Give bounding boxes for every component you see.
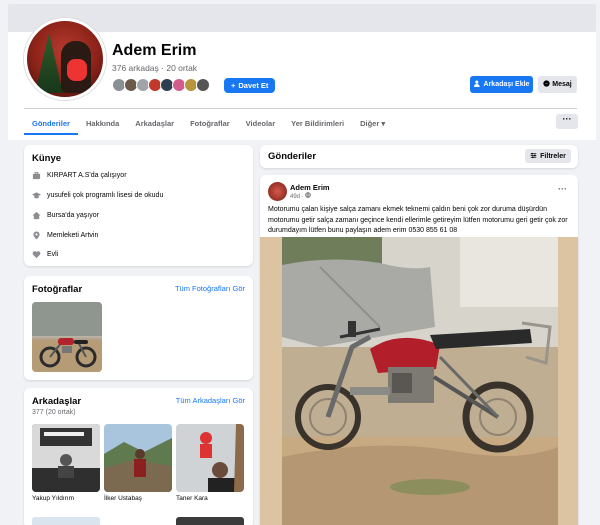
friend-counts[interactable]: 376 arkadaş · 20 ortak: [112, 63, 197, 73]
intro-hometown-text: Memleketi Artvin: [47, 232, 99, 239]
friend-photo[interactable]: [32, 517, 100, 525]
more-options-button[interactable]: ···: [556, 114, 578, 129]
intro-education-text: yusufeli çok programlı lisesi de okudu: [47, 192, 164, 199]
friend-name[interactable]: İlker Ustabaş: [104, 495, 172, 502]
add-friend-label: Arkadaşı Ekle: [483, 81, 530, 88]
friend-tile[interactable]: Yakup Yıldırım: [32, 424, 100, 502]
messenger-icon: [543, 80, 550, 89]
intro-hometown: Memleketi Artvin: [32, 231, 98, 240]
post-card: Adem Erim 49d · ··· Motorumu çalan kişiy…: [260, 175, 578, 525]
mutual-friend-avatars[interactable]: [112, 78, 210, 92]
plus-icon: +: [231, 81, 236, 90]
add-friend-button[interactable]: Arkadaşı Ekle: [470, 76, 533, 93]
post-time-text: 49d ·: [290, 194, 306, 200]
top-bar: [8, 4, 596, 32]
friend-name[interactable]: Taner Kara: [176, 495, 244, 502]
post-author-name[interactable]: Adem Erim: [290, 183, 330, 192]
globe-icon: [305, 192, 312, 200]
location-pin-icon: [32, 231, 41, 240]
tab-photos[interactable]: Fotoğraflar: [182, 116, 238, 135]
post-options-button[interactable]: ···: [558, 184, 567, 194]
photos-card: Fotoğraflar Tüm Fotoğrafları Gör: [24, 276, 253, 380]
friends-title: Arkadaşlar: [32, 396, 82, 407]
photo-thumbnail[interactable]: [32, 302, 102, 372]
friend-name[interactable]: Yakup Yıldırım: [32, 495, 100, 502]
post-photo[interactable]: [260, 237, 578, 525]
invite-button-label: Davet Et: [238, 81, 269, 90]
caret-down-icon: ▾: [381, 119, 386, 128]
friend-photo[interactable]: [176, 517, 244, 525]
friends-count: 377 (20 ortak): [32, 409, 76, 416]
invite-button[interactable]: + Davet Et: [224, 78, 276, 93]
intro-work: KIRPART A.S'da çalışıyor: [32, 171, 127, 180]
tab-videos[interactable]: Videolar: [238, 116, 283, 135]
post-timestamp[interactable]: 49d ·: [290, 192, 312, 200]
heart-icon: [32, 250, 41, 259]
friend-photo[interactable]: [32, 424, 100, 492]
see-all-friends-link[interactable]: Tüm Arkadaşları Gör: [176, 396, 245, 405]
profile-avatar[interactable]: [24, 18, 106, 100]
tab-friends[interactable]: Arkadaşlar: [127, 116, 182, 135]
profile-tabs: Gönderiler Hakkında Arkadaşlar Fotoğrafl…: [24, 116, 393, 135]
post-text: Motorumu çalan kişiye salça zamanı ekmek…: [268, 206, 568, 235]
filters-button[interactable]: Filtreler: [525, 149, 571, 163]
photos-title: Fotoğraflar: [32, 284, 83, 295]
friend-photo[interactable]: [176, 424, 244, 492]
see-all-photos-link[interactable]: Tüm Fotoğrafları Gör: [175, 284, 245, 293]
tab-about[interactable]: Hakkında: [78, 116, 127, 135]
profile-name: Adem Erim: [112, 42, 197, 59]
intro-work-text: KIRPART A.S'da çalışıyor: [47, 172, 127, 179]
tab-checkins[interactable]: Yer Bildirimleri: [283, 116, 352, 135]
tab-more-label: Diğer: [360, 119, 380, 128]
intro-education: yusufeli çok programlı lisesi de okudu: [32, 191, 163, 200]
intro-lives-text: Bursa'da yaşıyor: [47, 212, 99, 219]
home-icon: [32, 211, 41, 220]
friends-card: Arkadaşlar Tüm Arkadaşları Gör 377 (20 o…: [24, 388, 253, 525]
intro-relationship-text: Evli: [47, 251, 59, 258]
tab-posts[interactable]: Gönderiler: [24, 116, 78, 135]
friend-tile[interactable]: İlker Ustabaş: [104, 424, 172, 502]
message-label: Mesaj: [552, 81, 572, 88]
friend-tile[interactable]: Taner Kara: [176, 424, 244, 502]
header-divider: [24, 108, 577, 109]
briefcase-icon: [32, 171, 41, 180]
graduation-cap-icon: [32, 191, 41, 200]
posts-header-card: Gönderiler Filtreler: [260, 145, 578, 168]
intro-relationship: Evli: [32, 250, 58, 259]
tab-more[interactable]: Diğer ▾: [352, 116, 393, 135]
post-author-avatar[interactable]: [268, 182, 287, 201]
intro-card: Künye KIRPART A.S'da çalışıyor yusufeli …: [24, 145, 253, 266]
intro-title: Künye: [32, 153, 62, 164]
filters-label: Filtreler: [540, 152, 566, 160]
intro-lives: Bursa'da yaşıyor: [32, 211, 99, 220]
sliders-icon: [530, 152, 537, 161]
avatar[interactable]: [196, 78, 210, 92]
add-person-icon: [473, 80, 481, 89]
posts-title: Gönderiler: [268, 151, 317, 162]
message-button[interactable]: Mesaj: [538, 76, 577, 93]
friend-photo[interactable]: [104, 424, 172, 492]
